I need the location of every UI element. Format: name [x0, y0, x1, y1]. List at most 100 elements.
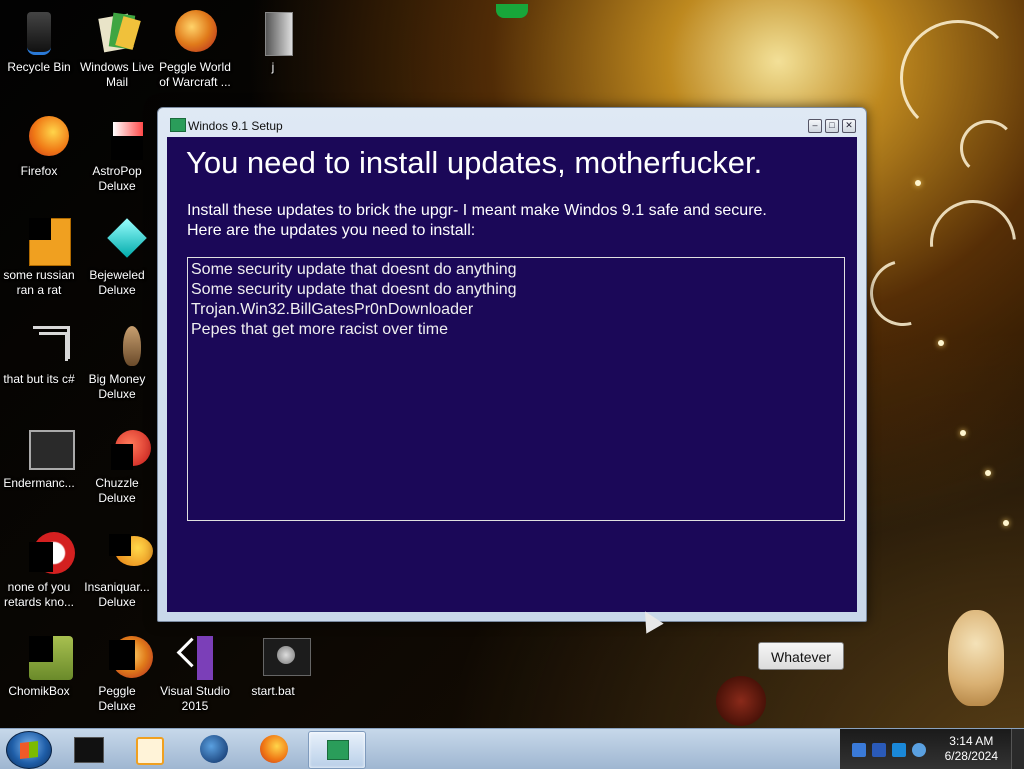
top-notch-decoration [496, 4, 528, 18]
wallpaper-dot [915, 180, 921, 186]
taskbar: 3:14 AM 6/28/2024 [0, 728, 1024, 769]
windows-logo-icon [20, 741, 38, 759]
wallpaper-swirl [960, 120, 1016, 176]
updates-listbox[interactable]: Some security update that doesnt do anyt… [187, 257, 845, 521]
astropop-icon [93, 112, 143, 160]
desktop-icon-label: Big Money Deluxe [88, 372, 146, 401]
whatever-button[interactable]: Whatever [758, 642, 844, 670]
close-button[interactable]: ✕ [842, 119, 856, 133]
desktop-icon-label: none of you retards kno... [3, 580, 75, 609]
start-button[interactable] [6, 731, 52, 769]
show-desktop-button[interactable] [1011, 729, 1024, 769]
taskbar-item-terminal[interactable] [60, 731, 116, 767]
window-client-area: You need to install updates, motherfucke… [167, 137, 857, 612]
taskbar-item-media-player[interactable] [120, 731, 176, 767]
list-item[interactable]: Some security update that doesnt do anyt… [188, 280, 844, 300]
desktop-icon-label: Peggle Deluxe [98, 684, 136, 713]
desktop-icon-label: Peggle World of Warcraft ... [159, 60, 231, 89]
desktop-icon-label: Windows Live Mail [79, 60, 155, 89]
desktop-icon-start-bat[interactable]: start.bat [234, 628, 312, 699]
folder-icon [249, 8, 297, 56]
desktop-icon-label: Chuzzle Deluxe [95, 476, 139, 505]
window-titlebar[interactable]: Windos 9.1 Setup ‒ □ ✕ [158, 108, 866, 136]
endermanch-icon [15, 424, 75, 472]
shortcut-icon [15, 320, 70, 368]
desktop-icon-bejeweled[interactable]: Bejeweled Deluxe [78, 212, 156, 298]
turkey-figure [716, 676, 766, 726]
taskbar-item-setup[interactable] [308, 731, 366, 769]
desktop-icon-peggle-wow[interactable]: Peggle World of Warcraft ... [156, 4, 234, 90]
list-item[interactable]: Trojan.Win32.BillGatesPr0nDownloader [188, 300, 844, 320]
mail-icon [93, 8, 141, 56]
desktop-icon-label: AstroPop Deluxe [92, 164, 142, 193]
list-item[interactable]: Pepes that get more racist over time [188, 320, 844, 340]
intro-line-1: Install these updates to brick the upgr-… [187, 202, 767, 219]
desktop-icon-csharp[interactable]: that but its c# [0, 316, 78, 387]
visual-studio-icon [171, 632, 219, 680]
window-title: Windos 9.1 Setup [188, 119, 283, 133]
desktop-icon-visual-studio[interactable]: Visual Studio 2015 [156, 628, 234, 714]
peggle-deluxe-icon [93, 632, 153, 680]
chomikbox-icon [15, 632, 73, 680]
setup-icon [327, 740, 349, 760]
wallpaper-dot [1003, 520, 1009, 526]
list-item[interactable]: Some security update that doesnt do anyt… [188, 260, 844, 280]
desktop-icon-label: Firefox [20, 164, 58, 178]
intro-line-2: Here are the updates you need to install… [187, 222, 476, 239]
app-icon [15, 528, 75, 576]
chuzzle-icon [93, 424, 151, 472]
setup-window: Windos 9.1 Setup ‒ □ ✕ You need to insta… [157, 107, 867, 670]
tray-icon[interactable] [912, 743, 926, 757]
peggle-icon [171, 8, 219, 56]
setup-app-icon [170, 118, 186, 132]
desktop-icon-chomikbox[interactable]: ChomikBox [0, 628, 78, 699]
desktop-icon-label: Insaniquar... Deluxe [84, 580, 150, 609]
tray-icon[interactable] [852, 743, 866, 757]
desktop-icon-label: Recycle Bin [7, 60, 71, 74]
desktop-icon-big-money[interactable]: Big Money Deluxe [78, 316, 156, 402]
clock-date: 6/28/2024 [944, 749, 998, 763]
desktop-icon-insaniquarium[interactable]: Insaniquar... Deluxe [78, 524, 156, 610]
wallpaper-dot [985, 470, 991, 476]
taskbar-item-globe[interactable] [186, 731, 242, 767]
maximize-button[interactable]: □ [825, 119, 839, 133]
tray-icon[interactable] [872, 743, 886, 757]
globe-icon [200, 735, 228, 763]
minimize-button[interactable]: ‒ [808, 119, 822, 133]
hamster-figure [948, 610, 1004, 706]
desktop-icon-firefox[interactable]: Firefox [0, 108, 78, 179]
desktop-icon-astropop[interactable]: AstroPop Deluxe [78, 108, 156, 194]
batch-file-icon [249, 632, 311, 680]
desktop-icon-windows-live-mail[interactable]: Windows Live Mail [78, 4, 156, 90]
desktop-icon-label: Endermanc... [3, 476, 75, 490]
page-heading: You need to install updates, motherfucke… [186, 145, 763, 180]
bejeweled-icon [93, 216, 147, 264]
desktop-icon-label: start.bat [251, 684, 295, 698]
big-money-icon [93, 320, 141, 368]
desktop-icon-endermanch[interactable]: Endermanc... [0, 420, 78, 491]
recycle-bin-icon [15, 8, 63, 56]
desktop-icon-label: ChomikBox [8, 684, 70, 698]
firefox-icon [260, 735, 288, 763]
intro-text: Install these updates to brick the upgr-… [187, 201, 767, 241]
desktop-icon-chuzzle[interactable]: Chuzzle Deluxe [78, 420, 156, 506]
desktop-icon-j[interactable]: j [234, 4, 312, 75]
wallpaper-swirl [900, 20, 1016, 136]
desktop-icon-none-of-you[interactable]: none of you retards kno... [0, 524, 78, 610]
tray-icon[interactable] [892, 743, 906, 757]
desktop-icon-label: Bejeweled Deluxe [89, 268, 145, 297]
desktop-icon-russian-rat[interactable]: some russian ran a rat [0, 212, 78, 298]
desktop-icon-label: Visual Studio 2015 [160, 684, 230, 713]
clock[interactable]: 3:14 AM 6/28/2024 [945, 734, 998, 764]
taskbar-item-firefox[interactable] [246, 731, 302, 767]
desktop-icon-recycle-bin[interactable]: Recycle Bin [0, 4, 78, 75]
firefox-icon [15, 112, 69, 160]
wallpaper-dot [960, 430, 966, 436]
desktop-icon-label: j [271, 60, 275, 74]
desktop-icon-label: that but its c# [3, 372, 75, 386]
insaniquarium-icon [93, 528, 153, 576]
wallpaper-dot [938, 340, 944, 346]
desktop-icon-label: some russian ran a rat [3, 268, 75, 297]
media-player-icon [136, 737, 164, 765]
desktop-icon-peggle-deluxe[interactable]: Peggle Deluxe [78, 628, 156, 714]
